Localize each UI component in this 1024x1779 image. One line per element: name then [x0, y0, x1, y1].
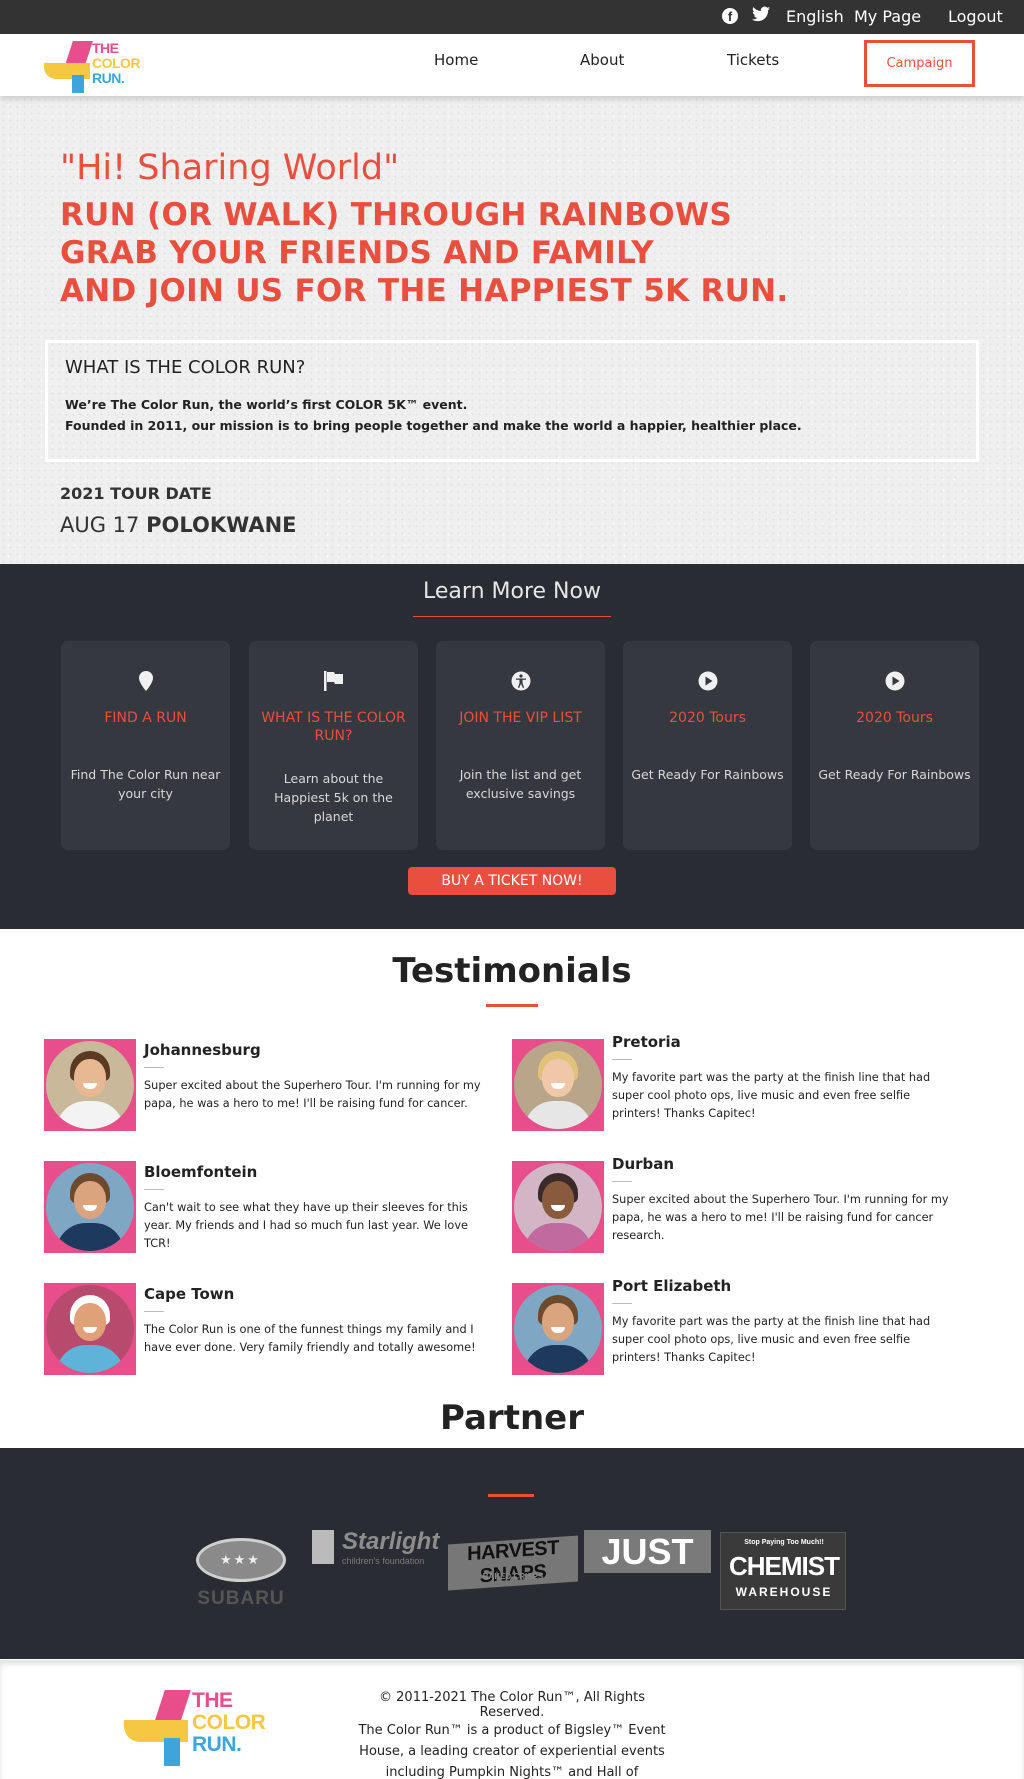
card-desc: Get Ready For Rainbows [818, 767, 971, 782]
nav-about[interactable]: About [580, 51, 624, 69]
partner-title: Partner [439, 1398, 584, 1438]
avatar [44, 1283, 136, 1375]
footer-logo[interactable]: THE COLOR RUN. [122, 1688, 266, 1768]
hero-quote: "Hi! Sharing World" [60, 148, 400, 188]
testimonial-port-elizabeth: Port Elizabeth My favorite part was the … [512, 1277, 962, 1375]
learn-more-title: Learn More Now [423, 579, 601, 604]
campaign-button[interactable]: Campaign [864, 40, 975, 87]
testimonial-cape-town: Cape Town The Color Run is one of the fu… [44, 1283, 494, 1375]
testimonial-text: Super excited about the Superhero Tour. … [612, 1193, 949, 1242]
main-header: THE COLOR RUN. Home About Tickets Campai… [0, 34, 1024, 96]
footer-description: The Color Run™ is a product of Bigsley™ … [358, 1723, 666, 1779]
footer: THE COLOR RUN. © 2011-2021 The Color Run… [0, 1660, 1024, 1779]
what-is-title: WHAT IS THE COLOR RUN? [65, 357, 306, 378]
testimonial-city: Bloemfontein [144, 1163, 258, 1181]
avatar [44, 1039, 136, 1131]
partner-band: ★★★ SUBARU Starlight children's foundati… [0, 1448, 1024, 1659]
title-underline [486, 1004, 538, 1007]
card-2020-tours-2[interactable]: 2020 Tours Get Ready For Rainbows [810, 641, 979, 850]
nav-tickets[interactable]: Tickets [727, 51, 779, 69]
language-selector[interactable]: English [786, 7, 844, 27]
testimonial-text: My favorite part was the party at the fi… [612, 1071, 931, 1120]
logout-link[interactable]: Logout [948, 7, 1003, 27]
hero-line-1: RUN (OR WALK) THROUGH RAINBOWS [60, 197, 733, 233]
testimonial-text: The Color Run is one of the funnest thin… [144, 1323, 476, 1354]
title-underline [488, 1494, 534, 1497]
card-2020-tours-1[interactable]: 2020 Tours Get Ready For Rainbows [623, 641, 792, 850]
facebook-icon[interactable]: f [722, 8, 738, 24]
testimonial-city: Port Elizabeth [612, 1277, 732, 1295]
hero-line-2: GRAB YOUR FRIENDS AND FAMILY [60, 235, 655, 271]
hero-section: "Hi! Sharing World" RUN (OR WALK) THROUG… [0, 96, 1024, 564]
testimonials-title: Testimonials [392, 951, 632, 991]
card-desc: Learn about the Happiest 5k on the plane… [274, 771, 393, 824]
learn-more-section: Learn More Now FIND A RUN Find The Color… [0, 564, 1024, 929]
testimonial-city: Johannesburg [144, 1041, 261, 1059]
card-what-is[interactable]: WHAT IS THE COLOR RUN? Learn about the H… [249, 641, 418, 850]
tour-date: AUG 17 POLOKWANE [60, 513, 297, 537]
divider [144, 1311, 164, 1312]
twitter-icon[interactable] [752, 6, 770, 27]
card-title: JOIN THE VIP LIST [459, 710, 582, 726]
card-find-a-run[interactable]: FIND A RUN Find The Color Run near your … [61, 641, 230, 850]
what-is-text-1: We’re The Color Run, the world’s first C… [65, 397, 468, 412]
avatar [512, 1039, 604, 1131]
testimonial-city: Pretoria [612, 1033, 681, 1051]
avatar [44, 1161, 136, 1253]
card-title: 2020 Tours [669, 710, 746, 726]
testimonial-pretoria: Pretoria My favorite part was the party … [512, 1033, 962, 1131]
hero-line-3: AND JOIN US FOR THE HAPPIEST 5K RUN. [60, 273, 789, 309]
accessibility-icon [436, 671, 605, 696]
avatar [512, 1283, 604, 1375]
copyright-text: © 2011-2021 The Color Run™, All Rights R… [379, 1690, 645, 1720]
card-title: WHAT IS THE COLOR RUN? [261, 710, 406, 744]
card-title: 2020 Tours [856, 710, 933, 726]
buy-ticket-button[interactable]: BUY A TICKET NOW! [408, 867, 616, 895]
top-bar: f English My Page Logout [0, 0, 1024, 34]
starlight-logo[interactable]: Starlight children's foundation [312, 1528, 444, 1572]
testimonial-city: Durban [612, 1155, 675, 1173]
testimonial-durban: Durban Super excited about the Superhero… [512, 1155, 962, 1253]
what-is-text-2: Founded in 2011, our mission is to bring… [65, 418, 802, 433]
divider [612, 1181, 632, 1182]
my-page-link[interactable]: My Page [854, 7, 921, 27]
testimonial-city: Cape Town [144, 1285, 235, 1303]
subaru-logo[interactable]: ★★★ SUBARU [182, 1538, 300, 1610]
play-icon [623, 671, 792, 696]
divider [144, 1067, 164, 1068]
card-desc: Join the list and get exclusive savings [459, 767, 582, 801]
card-title: FIND A RUN [104, 710, 187, 726]
tour-heading: 2021 TOUR DATE [60, 484, 212, 503]
card-desc: Find The Color Run near your city [70, 767, 221, 801]
avatar [512, 1161, 604, 1253]
title-underline [413, 616, 611, 617]
color-run-logo[interactable]: THE COLOR RUN. [42, 39, 142, 93]
what-is-box: WHAT IS THE COLOR RUN? We’re The Color R… [45, 340, 979, 462]
divider [612, 1303, 632, 1304]
card-desc: Get Ready For Rainbows [631, 767, 784, 782]
testimonial-text: My favorite part was the party at the fi… [612, 1315, 931, 1364]
harvest-snaps-logo[interactable]: HARVEST SNAPS BAKED CRISPS [448, 1534, 578, 1600]
testimonial-text: Can't wait to see what they have up thei… [144, 1201, 468, 1250]
testimonial-bloemfontein: Bloemfontein Can't wait to see what they… [44, 1161, 494, 1253]
play-icon [810, 671, 979, 696]
divider [612, 1059, 632, 1060]
divider [144, 1189, 164, 1190]
testimonial-johannesburg: Johannesburg Super excited about the Sup… [44, 1039, 494, 1131]
card-vip-list[interactable]: JOIN THE VIP LIST Join the list and get … [436, 641, 605, 850]
chemist-warehouse-logo[interactable]: Stop Paying Too Much!! CHEMIST WAREHOUSE [720, 1532, 846, 1610]
tour-city: POLOKWANE [146, 513, 297, 537]
just-logo[interactable]: JUST [584, 1530, 711, 1573]
flag-icon [249, 671, 418, 696]
nav-home[interactable]: Home [434, 51, 478, 69]
map-pin-icon [61, 671, 230, 696]
testimonial-text: Super excited about the Superhero Tour. … [144, 1079, 481, 1110]
